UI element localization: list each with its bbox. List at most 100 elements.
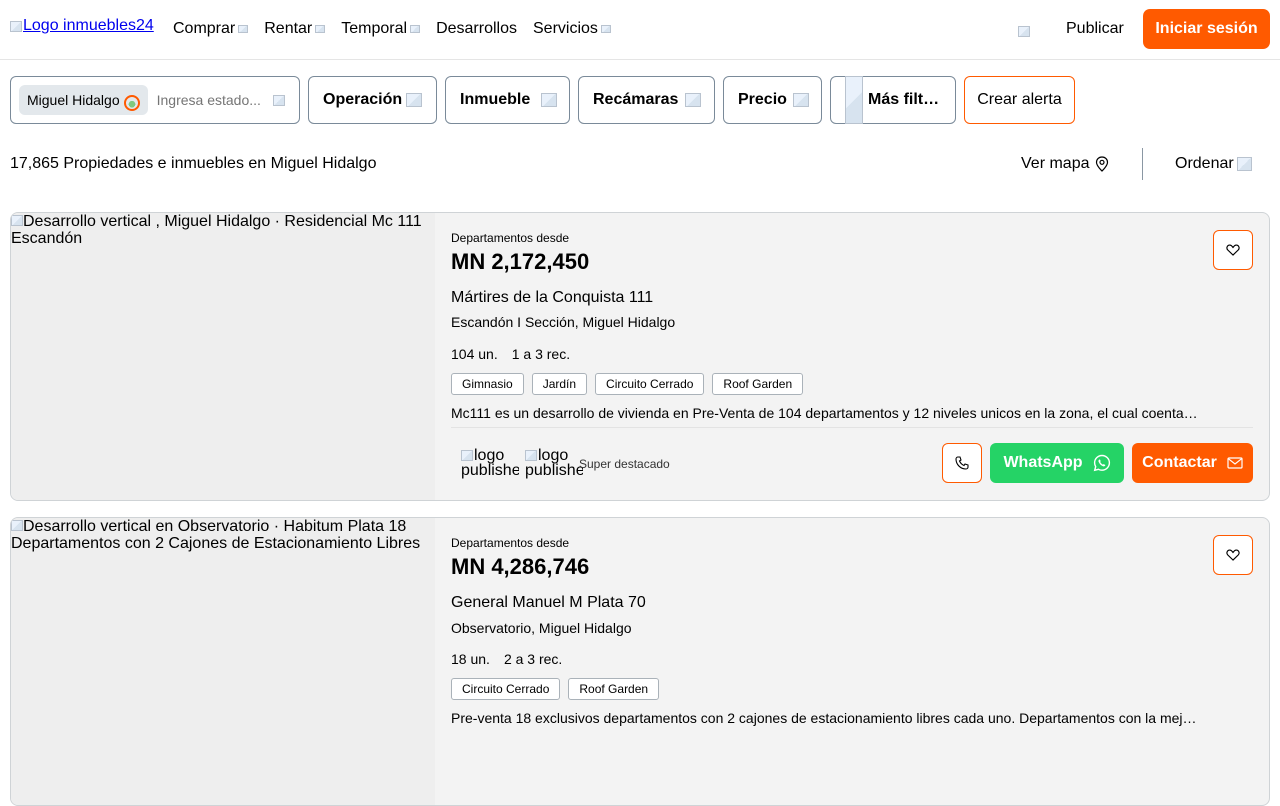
sort-button[interactable]: Ordenar	[1175, 155, 1252, 173]
nav-item-rentar[interactable]: Rentar	[264, 20, 326, 38]
sort-icon	[1236, 157, 1252, 171]
location-chip[interactable]: Miguel Hidalgo	[19, 85, 148, 115]
amenity-tag: Gimnasio	[451, 373, 524, 395]
nav-label: Desarrollos	[436, 20, 517, 37]
listing-neighborhood: Observatorio, Miguel Hidalgo	[451, 620, 632, 636]
chevron-down-icon	[410, 25, 421, 33]
results-count: 17,865 Propiedades e inmuebles en Miguel…	[10, 155, 377, 172]
bedrooms-range: 2 a 3 rec.	[503, 651, 563, 667]
publish-link[interactable]: Publicar	[1066, 20, 1124, 38]
listing-type: Departamentos desde	[451, 231, 570, 245]
nav-item-temporal[interactable]: Temporal	[341, 20, 421, 38]
more-filters-button[interactable]: Más filt…	[830, 76, 956, 124]
operation-filter[interactable]: Operación	[308, 76, 437, 124]
nav-item-servicios[interactable]: Servicios	[533, 20, 611, 38]
chevron-down-icon	[315, 25, 326, 33]
nav-item-comprar[interactable]: Comprar	[173, 20, 249, 38]
amenity-tag: Jardín	[531, 373, 588, 395]
units-count: 104 un.	[451, 346, 498, 362]
listing-image-alt: Desarrollo vertical , Miguel Hidalgo · R…	[11, 213, 422, 247]
site-logo-link[interactable]: Logo inmuebles24	[10, 17, 154, 35]
filter-icon	[845, 76, 863, 124]
price-filter-label: Precio	[738, 91, 787, 108]
listing-type: Departamentos desde	[451, 536, 570, 550]
contact-button[interactable]: Contactar	[1132, 443, 1253, 483]
listing-details: Departamentos desde MN 2,172,450 Mártire…	[451, 213, 1269, 500]
nav-label: Rentar	[264, 20, 313, 37]
price-filter[interactable]: Precio	[723, 76, 822, 124]
property-type-filter[interactable]: Inmueble	[445, 76, 570, 124]
image-placeholder-icon	[461, 450, 473, 462]
listing-neighborhood: Escandón I Sección, Miguel Hidalgo	[451, 314, 676, 330]
site-header: Logo inmuebles24 Comprar Rentar Temporal…	[0, 0, 1280, 60]
chevron-down-icon	[272, 94, 285, 106]
chevron-down-icon	[685, 93, 702, 107]
listing-image-alt: Desarrollo vertical en Observatorio · Ha…	[11, 518, 421, 552]
listing-footer: logo publisher logo publisher Super dest…	[451, 443, 1253, 485]
amenity-tag: Circuito Cerrado	[451, 678, 561, 700]
bedrooms-filter-label: Recámaras	[593, 91, 679, 108]
logo-image-icon	[10, 20, 22, 32]
card-divider	[451, 427, 1253, 428]
chevron-down-icon	[792, 93, 809, 107]
listing-price: MN 2,172,450	[451, 249, 590, 274]
amenity-tag: Roof Garden	[712, 373, 804, 395]
call-button[interactable]	[942, 443, 982, 483]
property-type-filter-label: Inmueble	[460, 91, 531, 108]
remove-chip-icon[interactable]	[123, 95, 140, 111]
whatsapp-icon	[1093, 454, 1110, 472]
listing-image[interactable]: Desarrollo vertical en Observatorio · Ha…	[11, 518, 435, 805]
listing-features: 18 un. 2 a 3 rec.	[451, 651, 562, 667]
location-chip-label: Miguel Hidalgo	[27, 92, 120, 108]
create-alert-button[interactable]: Crear alerta	[964, 76, 1075, 124]
operation-filter-label: Operación	[323, 91, 403, 108]
view-map-link[interactable]: Ver mapa	[1021, 155, 1109, 173]
chevron-down-icon	[600, 25, 611, 33]
results-divider	[1142, 148, 1143, 180]
super-featured-badge: Super destacado	[579, 457, 670, 471]
sort-label: Ordenar	[1175, 155, 1234, 172]
amenity-tag: Roof Garden	[568, 678, 660, 700]
logo-alt-text: Logo inmuebles24	[23, 17, 154, 34]
mail-icon	[1227, 457, 1243, 469]
whatsapp-label: WhatsApp	[1003, 454, 1083, 471]
bedrooms-filter[interactable]: Recámaras	[578, 76, 715, 124]
listing-card[interactable]: Desarrollo vertical , Miguel Hidalgo · R…	[10, 212, 1270, 501]
main-nav: Comprar Rentar Temporal Desarrollos Serv…	[173, 20, 611, 38]
favorites-icon[interactable]	[1018, 26, 1030, 37]
contact-label: Contactar	[1142, 454, 1217, 471]
listing-address[interactable]: General Manuel M Plata 70	[451, 594, 646, 612]
listing-description: Pre-venta 18 exclusivos departamentos co…	[451, 710, 1197, 726]
whatsapp-button[interactable]: WhatsApp	[990, 443, 1124, 483]
image-placeholder-icon	[11, 520, 23, 531]
listing-image[interactable]: Desarrollo vertical , Miguel Hidalgo · R…	[11, 213, 435, 500]
publisher-logo[interactable]: logo publisher	[525, 448, 583, 480]
view-map-label: Ver mapa	[1021, 155, 1090, 172]
location-search-input[interactable]	[156, 92, 265, 108]
phone-icon	[955, 456, 969, 470]
favorite-button[interactable]	[1213, 535, 1253, 575]
listing-address[interactable]: Mártires de la Conquista 111	[451, 289, 653, 307]
nav-label: Servicios	[533, 20, 598, 37]
listing-price: MN 4,286,746	[451, 554, 590, 579]
listing-features: 104 un. 1 a 3 rec.	[451, 346, 570, 362]
favorite-button[interactable]	[1213, 230, 1253, 270]
chevron-down-icon	[238, 25, 249, 33]
login-button[interactable]: Iniciar sesión	[1143, 9, 1270, 49]
nav-item-desarrollos[interactable]: Desarrollos	[436, 20, 517, 38]
amenity-tag: Circuito Cerrado	[595, 373, 705, 395]
location-search-box[interactable]: Miguel Hidalgo	[10, 76, 300, 124]
amenity-tags: Circuito Cerrado Roof Garden	[451, 678, 660, 700]
nav-label: Comprar	[173, 20, 236, 37]
listing-description: Mc111 es un desarrollo de vivienda en Pr…	[451, 405, 1198, 421]
more-filters-label: Más filt…	[868, 91, 940, 108]
heart-icon	[1226, 244, 1240, 256]
publisher-logo[interactable]: logo publisher	[461, 448, 519, 480]
listing-card[interactable]: Desarrollo vertical en Observatorio · Ha…	[10, 517, 1270, 806]
chevron-down-icon	[541, 93, 558, 107]
map-pin-icon	[1096, 156, 1109, 172]
units-count: 18 un.	[451, 651, 490, 667]
heart-icon	[1226, 549, 1240, 561]
nav-label: Temporal	[341, 20, 408, 37]
chevron-down-icon	[406, 93, 423, 107]
